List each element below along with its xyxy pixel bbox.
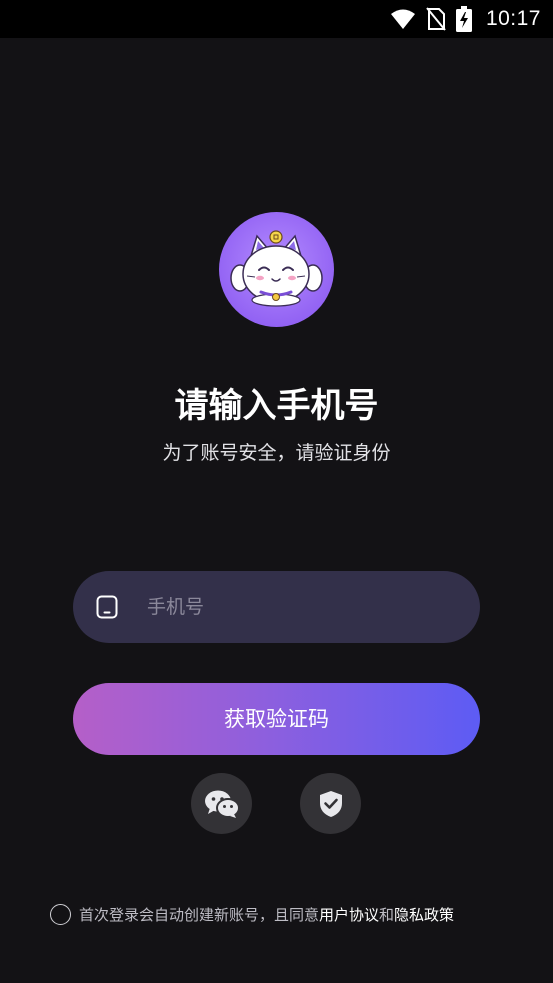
phone-input[interactable] xyxy=(147,587,480,627)
agreement-and: 和 xyxy=(379,906,395,924)
wechat-icon xyxy=(204,790,240,818)
app-logo xyxy=(219,212,334,327)
wechat-login-button[interactable] xyxy=(191,773,252,834)
get-code-button[interactable]: 获取验证码 xyxy=(73,683,480,755)
security-login-button[interactable] xyxy=(300,773,361,834)
battery-charging-icon xyxy=(455,6,472,32)
lucky-cat-logo xyxy=(230,230,323,307)
phone-field[interactable] xyxy=(73,571,480,643)
privacy-policy-link[interactable]: 隐私政策 xyxy=(394,904,454,925)
shield-check-icon xyxy=(319,790,342,817)
agreement-checkbox[interactable] xyxy=(50,904,71,925)
agreement-row: 首次登录会自动创建新账号，且同意 用户协议 和 隐私政策 xyxy=(50,902,454,927)
phone-icon xyxy=(96,595,118,619)
wifi-icon xyxy=(390,9,415,29)
status-time: 10:17 xyxy=(485,7,541,30)
agreement-text: 首次登录会自动创建新账号，且同意 xyxy=(79,906,320,924)
status-icons: 10:17 xyxy=(390,0,541,38)
user-agreement-link[interactable]: 用户协议 xyxy=(319,904,379,925)
page-subtitle: 为了账号安全，请验证身份 xyxy=(162,442,391,464)
no-sim-icon xyxy=(426,7,446,31)
page-title: 请输入手机号 xyxy=(174,386,379,426)
status-bar: 10:17 xyxy=(0,0,553,38)
